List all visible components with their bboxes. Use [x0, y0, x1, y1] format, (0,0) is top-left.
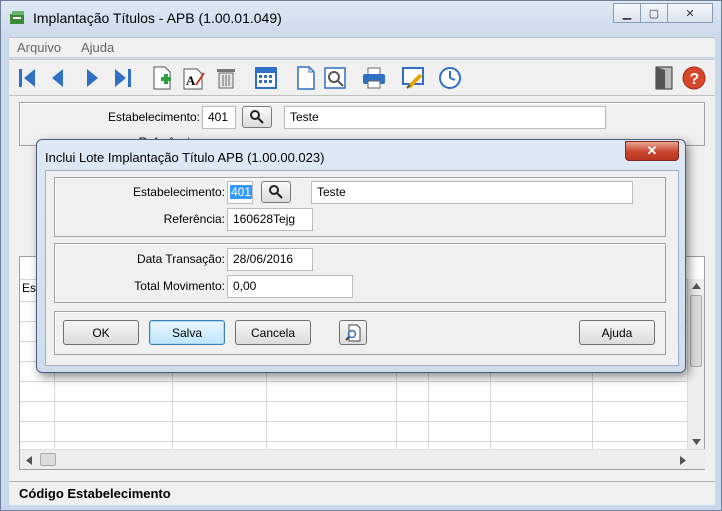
scroll-down-icon[interactable]: [692, 439, 701, 445]
add-icon[interactable]: [149, 65, 175, 91]
inclui-lote-dialog: Inclui Lote Implantação Título APB (1.00…: [36, 139, 686, 373]
help-icon[interactable]: ?: [681, 65, 707, 91]
search-icon: [250, 110, 264, 124]
data-transacao-label: Data Transação:: [136, 252, 225, 266]
window-title: Implantação Títulos - APB (1.00.01.049): [33, 10, 282, 26]
total-movimento-label: Total Movimento:: [134, 279, 225, 293]
first-icon[interactable]: [15, 65, 41, 91]
last-icon[interactable]: [109, 65, 135, 91]
horizontal-scroll-thumb[interactable]: [40, 453, 56, 466]
data-transacao-field[interactable]: 28/06/2016: [227, 248, 313, 271]
dlg-estabelecimento-desc: Teste: [311, 181, 633, 204]
document-icon[interactable]: [293, 65, 319, 91]
estabelecimento-field[interactable]: 401: [202, 106, 236, 129]
search-doc-button[interactable]: [339, 320, 367, 345]
minimize-button[interactable]: ▁: [613, 3, 641, 23]
dialog-group-transacao: Data Transação: 28/06/2016 Total Movimen…: [54, 243, 666, 303]
exit-door-icon[interactable]: [651, 65, 677, 91]
grid-horizontal-scrollbar[interactable]: [20, 449, 706, 469]
dlg-estabelecimento-lookup-button[interactable]: [261, 181, 291, 203]
next-icon[interactable]: [79, 65, 105, 91]
menu-ajuda[interactable]: Ajuda: [81, 40, 114, 55]
toolbar: A ?: [9, 59, 715, 95]
close-button[interactable]: ✕: [667, 3, 713, 23]
search-icon: [269, 185, 283, 199]
grid-header-first: Es: [22, 281, 37, 295]
search-doc-icon: [345, 324, 361, 341]
estabelecimento-desc: Teste: [284, 106, 606, 129]
clock-icon[interactable]: [437, 65, 463, 91]
ok-button[interactable]: OK: [63, 320, 139, 345]
dlg-referencia-label: Referência:: [163, 212, 225, 226]
estabelecimento-label: Estabelecimento:: [107, 110, 200, 124]
svg-text:A: A: [186, 73, 196, 88]
dialog-button-bar: OK Salva Cancela Ajuda: [54, 311, 666, 355]
scroll-up-icon[interactable]: [692, 283, 701, 289]
dialog-title: Inclui Lote Implantação Título APB (1.00…: [45, 150, 325, 165]
title-bar: Implantação Títulos - APB (1.00.01.049) …: [1, 1, 721, 35]
dlg-estabelecimento-field[interactable]: 401: [227, 181, 253, 204]
prev-icon[interactable]: [45, 65, 71, 91]
vertical-scroll-thumb[interactable]: [690, 295, 702, 367]
status-text: Código Estabelecimento: [19, 486, 171, 501]
dialog-body: Estabelecimento: 401 Teste Referência: 1…: [45, 170, 679, 366]
dlg-estabelecimento-label: Estabelecimento:: [132, 185, 225, 199]
search-doc-icon[interactable]: [323, 65, 349, 91]
menu-arquivo[interactable]: Arquivo: [17, 40, 61, 55]
maximize-button[interactable]: ▢: [640, 3, 668, 23]
total-movimento-field[interactable]: 0,00: [227, 275, 353, 298]
grid-vertical-scrollbar[interactable]: [687, 279, 704, 449]
delete-icon[interactable]: [213, 65, 239, 91]
svg-text:?: ?: [690, 71, 700, 88]
scroll-right-icon[interactable]: [680, 456, 686, 465]
ajuda-button[interactable]: Ajuda: [579, 320, 655, 345]
dlg-estabelecimento-value: 401: [230, 185, 253, 199]
salva-button[interactable]: Salva: [149, 320, 225, 345]
dialog-close-button[interactable]: ✕: [625, 141, 679, 161]
scroll-left-icon[interactable]: [26, 456, 32, 465]
dialog-group-estabelecimento: Estabelecimento: 401 Teste Referência: 1…: [54, 177, 666, 237]
edit-icon[interactable]: A: [181, 65, 207, 91]
calendar-icon[interactable]: [253, 65, 279, 91]
menu-bar: Arquivo Ajuda: [9, 37, 715, 57]
print-icon[interactable]: [361, 65, 387, 91]
status-bar: Código Estabelecimento: [9, 481, 715, 505]
cancela-button[interactable]: Cancela: [235, 320, 311, 345]
estabelecimento-lookup-button[interactable]: [242, 106, 272, 128]
settings-icon[interactable]: [401, 65, 427, 91]
app-icon: [10, 11, 24, 24]
dlg-referencia-field[interactable]: 160628Tejg: [227, 208, 313, 231]
